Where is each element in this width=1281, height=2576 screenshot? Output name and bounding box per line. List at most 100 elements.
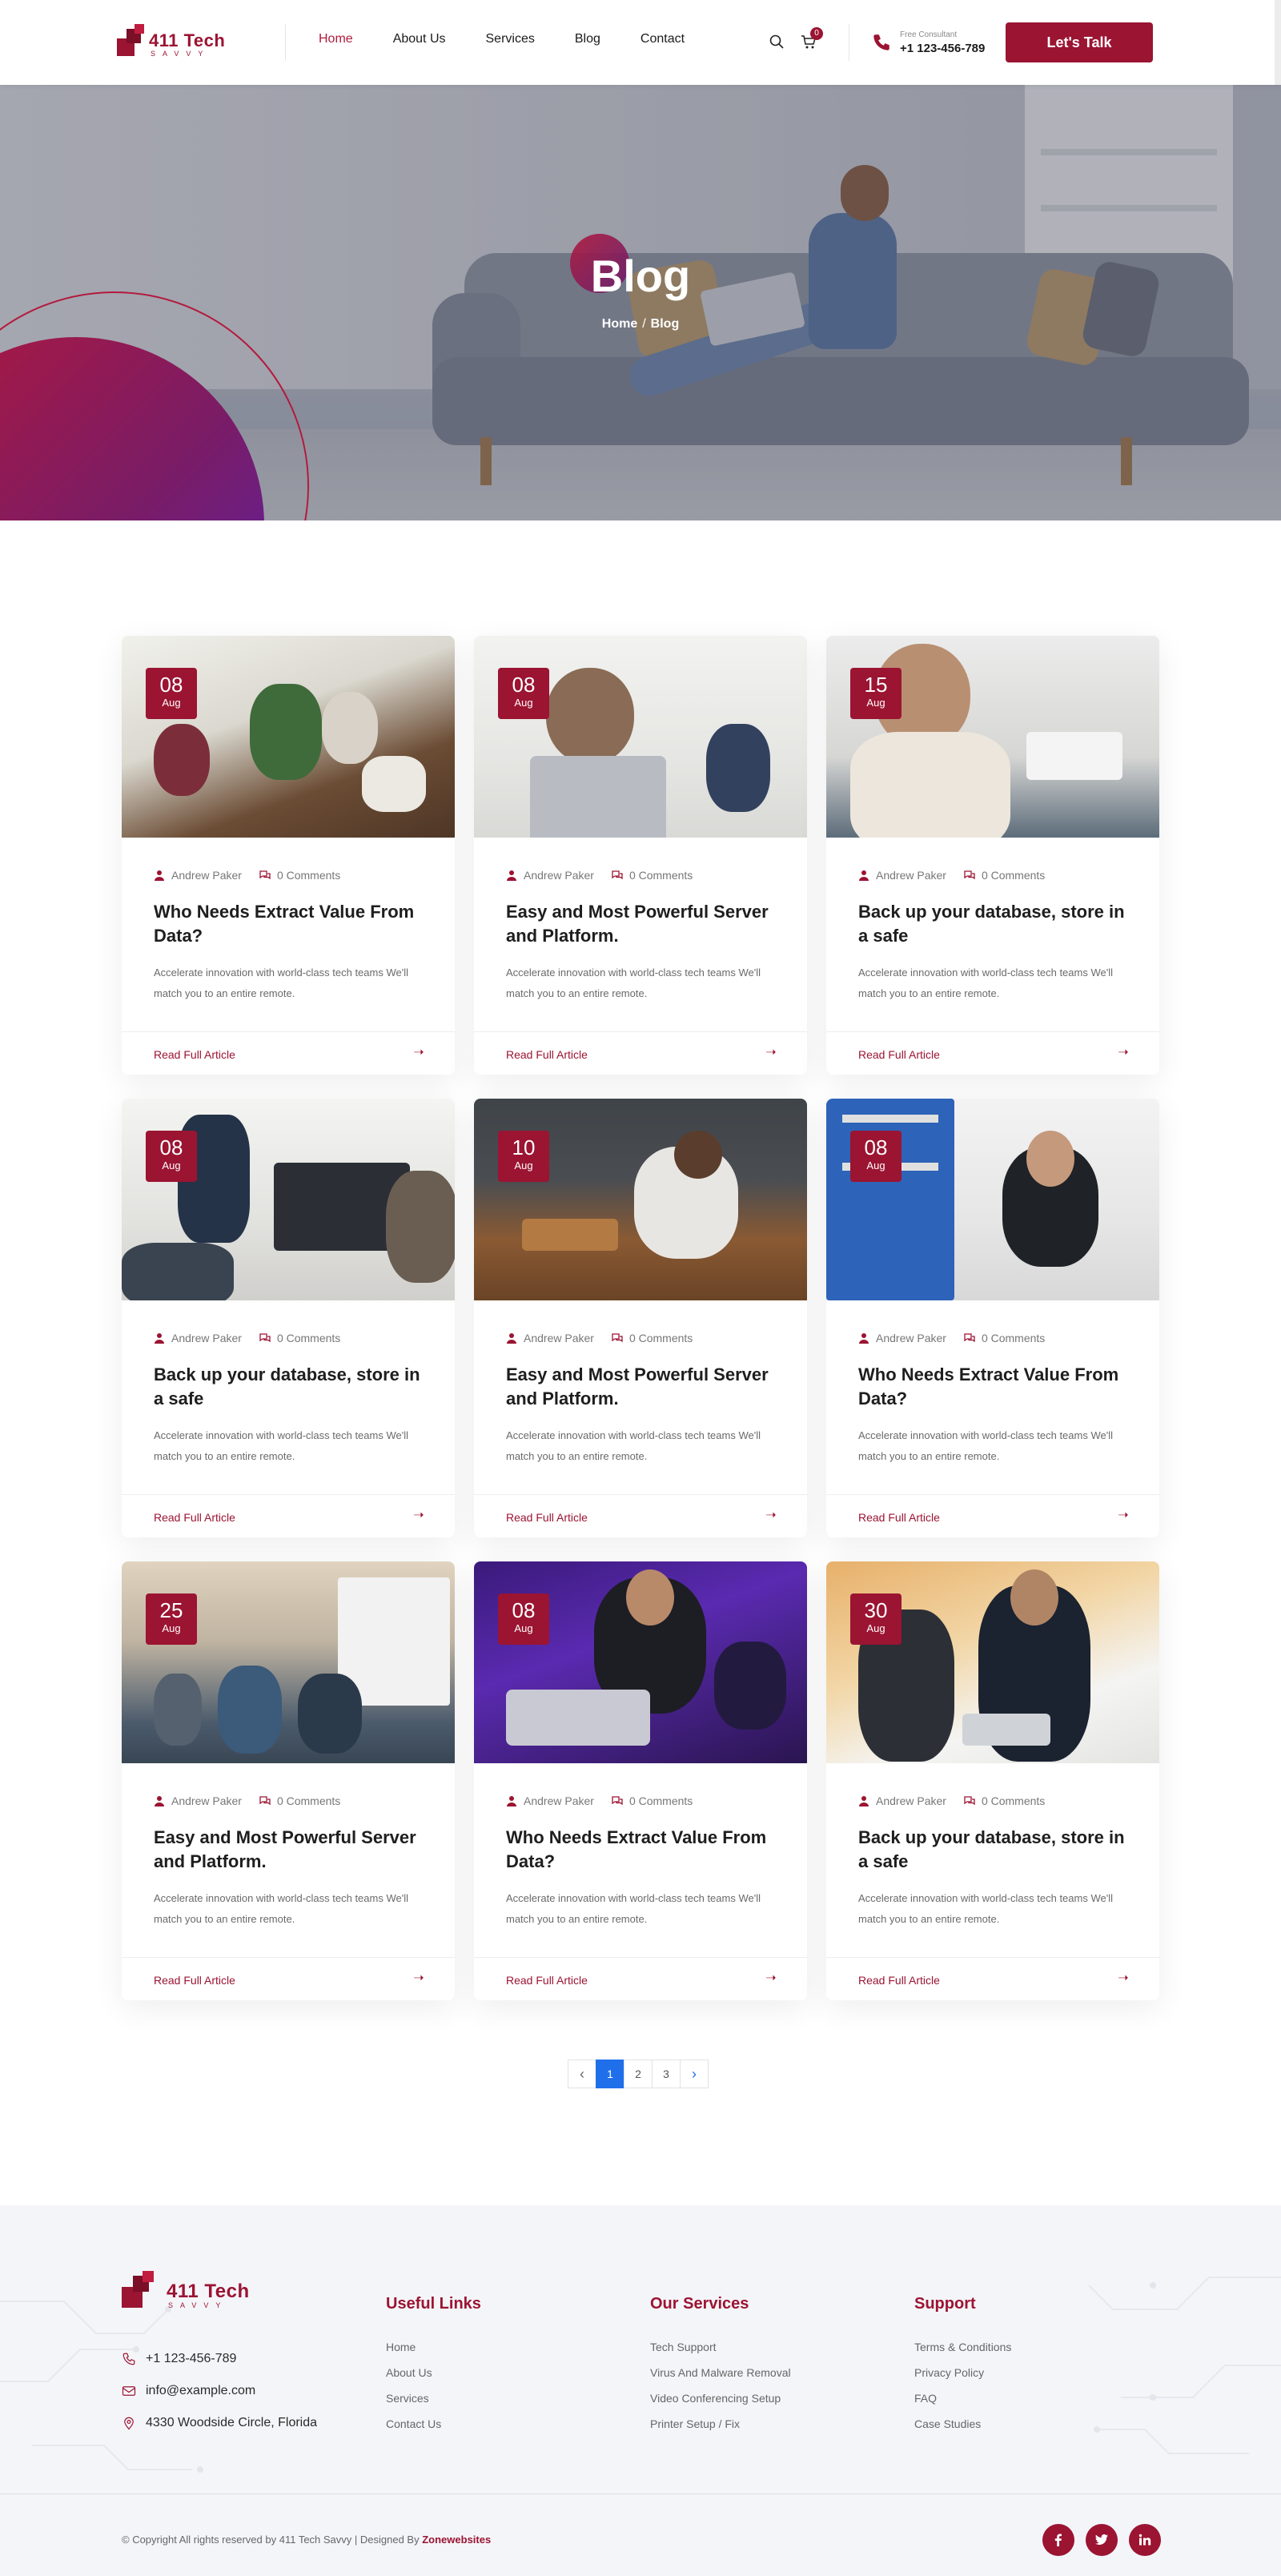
arrow-right-icon[interactable]: ➝: [762, 1045, 780, 1061]
footer-link[interactable]: Services: [386, 2385, 481, 2411]
blog-card-image[interactable]: [474, 636, 807, 838]
nav-about-us[interactable]: About Us: [393, 32, 446, 46]
post-author[interactable]: Andrew Paker: [171, 1332, 242, 1344]
blog-card-photo-shape: [706, 724, 770, 812]
post-author[interactable]: Andrew Paker: [876, 869, 946, 882]
breadcrumb-home[interactable]: Home: [602, 317, 637, 332]
footer-link[interactable]: FAQ: [914, 2385, 1011, 2411]
blog-card-image[interactable]: [826, 1561, 1159, 1763]
footer-link[interactable]: Video Conferencing Setup: [650, 2385, 791, 2411]
read-full-article-link[interactable]: Read Full Article: [154, 1974, 235, 1987]
post-title[interactable]: Easy and Most Powerful Server and Platfo…: [506, 900, 778, 948]
arrow-right-icon[interactable]: ➝: [410, 1045, 428, 1061]
read-full-article-link[interactable]: Read Full Article: [506, 1048, 588, 1061]
read-full-article-link[interactable]: Read Full Article: [858, 1974, 940, 1987]
blog-card-image[interactable]: [122, 636, 455, 838]
post-comments[interactable]: 0 Comments: [629, 869, 693, 882]
read-full-article-link[interactable]: Read Full Article: [506, 1511, 588, 1524]
post-title[interactable]: Easy and Most Powerful Server and Platfo…: [154, 1826, 426, 1874]
twitter-icon[interactable]: [1086, 2524, 1118, 2556]
arrow-right-icon[interactable]: ➝: [1114, 1971, 1132, 1987]
post-comments[interactable]: 0 Comments: [629, 1332, 693, 1344]
read-full-article-link[interactable]: Read Full Article: [154, 1511, 235, 1524]
breadcrumb: Home / Blog: [0, 317, 1281, 332]
blog-card-image[interactable]: [474, 1099, 807, 1300]
blog-card-image[interactable]: [122, 1099, 455, 1300]
read-full-article-link[interactable]: Read Full Article: [506, 1974, 588, 1987]
post-author[interactable]: Andrew Paker: [171, 869, 242, 882]
footer-link[interactable]: About Us: [386, 2360, 481, 2385]
post-meta: Andrew Paker 0 Comments: [858, 868, 1045, 882]
arrow-right-icon[interactable]: ➝: [1114, 1508, 1132, 1524]
post-author[interactable]: Andrew Paker: [524, 1332, 594, 1344]
post-comments[interactable]: 0 Comments: [277, 1794, 340, 1807]
page-3-button[interactable]: 3: [652, 2060, 681, 2088]
chevron-left-icon[interactable]: ‹: [568, 2060, 596, 2088]
blog-card-image[interactable]: [826, 636, 1159, 838]
footer-link[interactable]: Printer Setup / Fix: [650, 2411, 791, 2437]
footer-link[interactable]: Virus And Malware Removal: [650, 2360, 791, 2385]
date-day: 08: [512, 1598, 536, 1622]
post-comments[interactable]: 0 Comments: [277, 869, 340, 882]
consult-phone[interactable]: +1 123-456-789: [900, 42, 985, 55]
read-full-article-link[interactable]: Read Full Article: [858, 1511, 940, 1524]
post-comments[interactable]: 0 Comments: [629, 1794, 693, 1807]
footer-link[interactable]: Case Studies: [914, 2411, 1011, 2437]
scrollbar[interactable]: [1275, 0, 1281, 85]
post-comments[interactable]: 0 Comments: [982, 1332, 1045, 1344]
post-title[interactable]: Who Needs Extract Value From Data?: [506, 1826, 778, 1874]
chevron-right-icon[interactable]: ›: [680, 2060, 709, 2088]
page-1-button[interactable]: 1: [596, 2060, 624, 2088]
post-comments[interactable]: 0 Comments: [982, 869, 1045, 882]
post-comments[interactable]: 0 Comments: [277, 1332, 340, 1344]
read-full-article-link[interactable]: Read Full Article: [154, 1048, 235, 1061]
arrow-right-icon[interactable]: ➝: [410, 1971, 428, 1987]
arrow-right-icon[interactable]: ➝: [762, 1508, 780, 1524]
arrow-right-icon[interactable]: ➝: [762, 1971, 780, 1987]
date-badge: 08 Aug: [146, 668, 197, 719]
copyright: © Copyright All rights reserved by 411 T…: [122, 2534, 491, 2546]
linkedin-icon[interactable]: [1129, 2524, 1161, 2556]
post-comments[interactable]: 0 Comments: [982, 1794, 1045, 1807]
footer-logo[interactable]: 411 Tech SAVVY: [122, 2271, 266, 2313]
post-author[interactable]: Andrew Paker: [876, 1794, 946, 1807]
nav-contact[interactable]: Contact: [640, 32, 685, 46]
footer-link[interactable]: Home: [386, 2334, 481, 2360]
blog-card-image[interactable]: [826, 1099, 1159, 1300]
post-title[interactable]: Who Needs Extract Value From Data?: [858, 1363, 1130, 1411]
arrow-right-icon[interactable]: ➝: [410, 1508, 428, 1524]
footer-link[interactable]: Tech Support: [650, 2334, 791, 2360]
arrow-right-icon[interactable]: ➝: [1114, 1045, 1132, 1061]
date-day: 08: [864, 1135, 888, 1159]
search-icon[interactable]: [769, 34, 785, 50]
post-author[interactable]: Andrew Paker: [524, 1794, 594, 1807]
lets-talk-button[interactable]: Let's Talk: [1006, 22, 1153, 62]
page-2-button[interactable]: 2: [624, 2060, 653, 2088]
post-title[interactable]: Who Needs Extract Value From Data?: [154, 900, 426, 948]
post-title[interactable]: Back up your database, store in a safe: [858, 900, 1130, 948]
facebook-icon[interactable]: [1042, 2524, 1074, 2556]
post-author[interactable]: Andrew Paker: [876, 1332, 946, 1344]
footer-link[interactable]: Terms & Conditions: [914, 2334, 1011, 2360]
blog-card-image[interactable]: [474, 1561, 807, 1763]
blog-card-photo-shape: [626, 1569, 674, 1626]
footer-link[interactable]: Privacy Policy: [914, 2360, 1011, 2385]
footer-phone-row[interactable]: +1 123-456-789: [122, 2343, 317, 2375]
post-excerpt: Accelerate innovation with world-class t…: [506, 967, 761, 999]
post-title[interactable]: Back up your database, store in a safe: [858, 1826, 1130, 1874]
site-logo[interactable]: 411 Tech SAVVY: [117, 24, 245, 61]
read-full-article-link[interactable]: Read Full Article: [858, 1048, 940, 1061]
nav-blog[interactable]: Blog: [575, 32, 600, 46]
blog-card-image[interactable]: [122, 1561, 455, 1763]
footer-email-row[interactable]: info@example.com: [122, 2375, 317, 2407]
footer-link[interactable]: Contact Us: [386, 2411, 481, 2437]
nav-services[interactable]: Services: [486, 32, 535, 46]
post-author[interactable]: Andrew Paker: [171, 1794, 242, 1807]
post-title[interactable]: Back up your database, store in a safe: [154, 1363, 426, 1411]
date-month: Aug: [866, 697, 885, 709]
post-author[interactable]: Andrew Paker: [524, 869, 594, 882]
comments-icon: [259, 1333, 271, 1343]
nav-home[interactable]: Home: [319, 32, 353, 46]
designer-link[interactable]: Zonewebsites: [422, 2534, 491, 2546]
post-title[interactable]: Easy and Most Powerful Server and Platfo…: [506, 1363, 778, 1411]
